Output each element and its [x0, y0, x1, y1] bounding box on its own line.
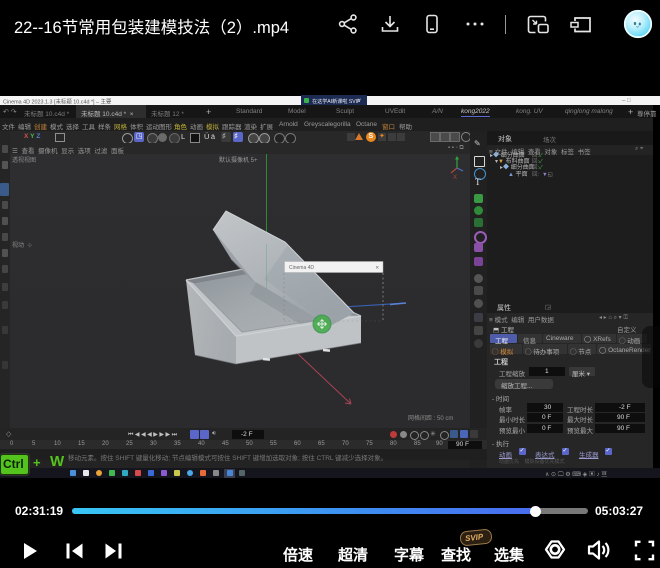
svg-text:×: ×	[376, 266, 380, 272]
svg-text:Cinema 4D: Cinema 4D	[289, 265, 314, 271]
svg-text:X: X	[453, 175, 457, 181]
